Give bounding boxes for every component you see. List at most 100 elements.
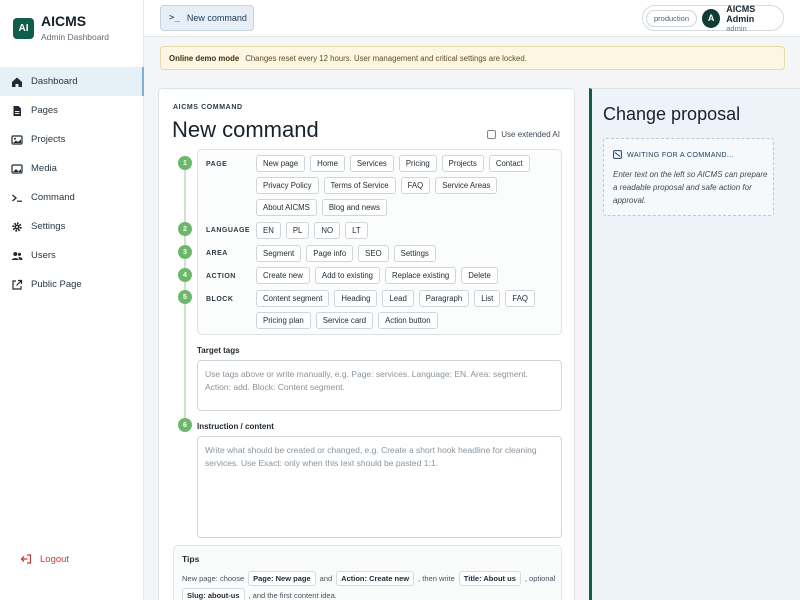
chip-about-aicms[interactable]: About AICMS [256,199,317,216]
chip-service-card[interactable]: Service card [315,312,374,329]
target-tags-label: Target tags [197,346,240,355]
chip-home[interactable]: Home [310,155,345,172]
chip-faq[interactable]: FAQ [400,177,431,194]
tips-line-2: Slug: about-us , and the first content i… [182,588,337,600]
avatar: A [702,8,721,28]
terminal-icon: >_ [169,13,180,23]
sidebar-item-users[interactable]: Users [0,241,144,270]
users-icon [11,250,23,262]
sidebar-item-command[interactable]: Command [0,183,144,212]
sidebar-item-pages[interactable]: Pages [0,96,144,125]
step-4: 4 [178,268,192,282]
chip-terms-of-service[interactable]: Terms of Service [323,177,396,194]
chip-no[interactable]: NO [314,222,341,239]
chip-delete[interactable]: Delete [461,267,498,284]
user-menu[interactable]: production A AICMS Admin admin [642,4,784,33]
chip-content-segment[interactable]: Content segment [256,290,330,307]
terminal-icon [11,192,23,204]
chip-action-button[interactable]: Action button [378,312,438,329]
sidebar-nav: Dashboard Pages Projects Media Command S… [0,67,144,299]
chip-contact[interactable]: Contact [488,155,530,172]
target-tags-input[interactable] [197,360,562,411]
step-5: 5 [178,290,192,304]
external-link-icon [11,279,23,291]
proposal-hint: Enter text on the left so AICMS can prep… [613,170,768,205]
sidebar-item-label: Media [31,163,57,174]
sidebar: AI AICMS Admin Dashboard Dashboard Pages… [0,0,144,600]
chip-heading[interactable]: Heading [334,290,378,307]
step-2: 2 [178,222,192,236]
proposal-status-text: WAITING FOR A COMMAND... [627,150,734,159]
sidebar-item-label: Command [31,192,75,203]
chip-create-new[interactable]: Create new [256,267,310,284]
chip-page-info[interactable]: Page info [306,245,354,262]
chip-services[interactable]: Services [349,155,394,172]
language-chips: EN PL NO LT [256,222,556,239]
logout-button[interactable]: Logout [20,553,69,565]
chip-pl[interactable]: PL [285,222,310,239]
step-3: 3 [178,245,192,259]
sidebar-item-settings[interactable]: Settings [0,212,144,241]
chip-list[interactable]: List [474,290,501,307]
change-proposal-panel: Change proposal WAITING FOR A COMMAND...… [589,88,800,600]
new-command-label: New command [186,13,247,23]
brand-subtitle: Admin Dashboard [41,32,110,42]
proposal-title: Change proposal [603,104,741,124]
row-label-action: ACTION [206,273,236,280]
checkbox[interactable] [487,130,497,139]
proposal-status: WAITING FOR A COMMAND... [613,150,734,159]
chip-settings[interactable]: Settings [393,245,436,262]
chip-pricing[interactable]: Pricing [398,155,437,172]
chip-privacy-policy[interactable]: Privacy Policy [256,177,319,194]
topbar: >_ New command production A AICMS Admin … [144,0,800,37]
brand-name: AICMS [41,13,87,29]
chip-new-page[interactable]: New page [256,155,306,172]
sidebar-item-label: Projects [31,134,66,145]
chip-seo[interactable]: SEO [358,245,389,262]
chip-faq[interactable]: FAQ [505,290,535,307]
chip-blog-and-news[interactable]: Blog and news [321,199,387,216]
brand-logo: AI [13,18,34,39]
row-label-area: AREA [206,250,228,257]
step-6: 6 [178,418,192,432]
chip-pricing-plan[interactable]: Pricing plan [256,312,311,329]
chip-paragraph[interactable]: Paragraph [418,290,470,307]
row-label-page: PAGE [206,161,228,168]
tips-title: Tips [182,554,200,564]
user-role: admin [726,23,747,33]
image-icon [11,134,23,146]
chip-service-areas[interactable]: Service Areas [435,177,498,194]
chip-add-to-existing[interactable]: Add to existing [314,267,381,284]
instruction-input[interactable] [197,436,562,538]
chip-projects[interactable]: Projects [441,155,484,172]
page-title: New command [172,117,319,142]
new-command-button[interactable]: >_ New command [160,5,254,31]
tips-text: , optional [524,574,556,583]
sidebar-item-projects[interactable]: Projects [0,125,144,154]
extended-ai-checkbox[interactable]: Use extended AI [487,130,560,139]
logout-icon [20,553,32,565]
tips-tag: Title: About us [458,571,521,586]
chip-segment[interactable]: Segment [256,245,302,262]
instruction-label: Instruction / content [197,422,274,431]
tag-picker: PAGE New page Home Services Pricing Proj… [197,149,562,335]
home-icon [11,76,23,88]
banner-text: Changes reset every 12 hours. User manag… [245,53,527,63]
sidebar-item-dashboard[interactable]: Dashboard [0,67,144,96]
sidebar-item-public-page[interactable]: Public Page [0,270,144,299]
chip-en[interactable]: EN [256,222,281,239]
brand[interactable]: AI AICMS Admin Dashboard [13,12,109,42]
sidebar-item-media[interactable]: Media [0,154,144,183]
sidebar-item-label: Settings [31,221,66,232]
banner-title: Online demo mode [169,53,240,63]
tips-line-1: New page: choose Page: New page and Acti… [182,571,555,586]
chip-lt[interactable]: LT [345,222,368,239]
chip-lead[interactable]: Lead [382,290,414,307]
block-chips: Content segment Heading Lead Paragraph L… [256,290,556,329]
file-icon [11,105,23,117]
sidebar-item-label: Users [31,250,56,261]
tips-text: , then write [418,574,455,583]
tips-tag: Slug: about-us [182,588,245,600]
chip-replace-existing[interactable]: Replace existing [385,267,457,284]
command-card: AICMS COMMAND New command Use extended A… [158,88,575,600]
